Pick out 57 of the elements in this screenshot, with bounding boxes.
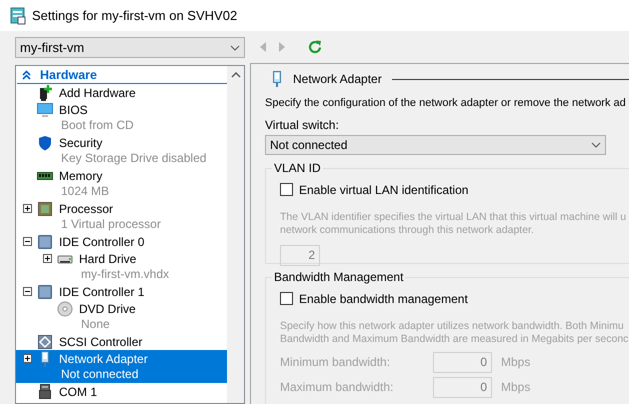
- checkbox[interactable]: [280, 183, 293, 196]
- collapse-toggle-icon[interactable]: [22, 287, 32, 296]
- bandwidth-field[interactable]: 0: [433, 352, 492, 372]
- help-text: The VLAN identifier specifies the virtual LAN that this virtual machine will u: [280, 210, 626, 224]
- field-label: Maximum bandwidth:: [280, 379, 394, 396]
- panel-title: Network Adapter: [293, 71, 382, 88]
- tree-item[interactable]: SCSI Controller: [16, 333, 227, 350]
- checkbox[interactable]: [280, 292, 293, 305]
- tree-item[interactable]: BIOS Boot from CD: [16, 101, 227, 134]
- selected-tree-item[interactable]: Network Adapter Not connected: [16, 350, 227, 383]
- scrollbar[interactable]: [227, 66, 244, 403]
- tree-item[interactable]: IDE Controller 1: [16, 283, 227, 300]
- serial-port-icon: [37, 384, 53, 400]
- tree-item[interactable]: Security Key Storage Drive disabled: [16, 134, 227, 167]
- group-legend: VLAN ID: [272, 160, 323, 174]
- field-label: Virtual switch:: [265, 116, 340, 134]
- virtual-switch-dropdown[interactable]: Not connected: [265, 134, 606, 154]
- unit-label: Mbps: [501, 354, 530, 371]
- window-title: Settings for my-first-vm on SVHV02: [32, 6, 238, 25]
- tree-item[interactable]: DVD Drive None: [16, 300, 227, 333]
- shield-icon: [37, 134, 53, 150]
- group-legend: Bandwidth Management: [272, 270, 406, 284]
- tree-item[interactable]: Memory 1024 MB: [16, 167, 227, 200]
- field-label: Minimum bandwidth:: [280, 354, 392, 371]
- chevron-down-icon: [591, 142, 601, 148]
- help-text: Specify how this network adapter utilizes network bandwidth. Both Minimu: [280, 320, 624, 332]
- help-text: network communications through this network adapter.: [280, 224, 534, 236]
- collapse-toggle-icon[interactable]: [22, 237, 32, 246]
- checkbox-label[interactable]: Enable bandwidth management: [299, 290, 468, 308]
- controller-icon: [37, 284, 53, 300]
- collapse-icon[interactable]: [22, 70, 31, 80]
- settings-window-icon: [10, 6, 26, 24]
- tree-item[interactable]: COM 1: [16, 383, 227, 400]
- refresh-icon[interactable]: [308, 40, 322, 54]
- chevron-down-icon: [230, 44, 240, 50]
- scroll-up-icon[interactable]: [230, 72, 240, 78]
- tree-item[interactable]: Add Hardware: [16, 84, 227, 101]
- tree-item[interactable]: IDE Controller 0: [16, 233, 227, 250]
- expand-toggle-icon[interactable]: [22, 354, 32, 363]
- vm-dropdown[interactable]: my-first-vm: [15, 37, 245, 58]
- add-hardware-icon: [37, 84, 53, 100]
- unit-label: Mbps: [501, 379, 530, 396]
- expand-toggle-icon[interactable]: [22, 204, 32, 213]
- section-header[interactable]: Hardware: [40, 66, 97, 84]
- help-text: Bandwidth and Maximum Bandwidth are measured in Megabits per seconc: [280, 332, 628, 346]
- description-text: Specify the configuration of the network adapter or remove the network ad: [265, 96, 627, 111]
- tree-item[interactable]: Processor 1 Virtual processor: [16, 200, 227, 233]
- controller-icon: [37, 234, 53, 250]
- disc-icon: [57, 300, 73, 316]
- expand-toggle-icon[interactable]: [42, 254, 52, 263]
- tree-item[interactable]: Hard Drive my-first-vm.vhdx: [16, 250, 227, 283]
- checkbox-label[interactable]: Enable virtual LAN identification: [299, 180, 468, 198]
- vlan-id-field[interactable]: 2: [280, 244, 320, 266]
- monitor-icon: [37, 102, 53, 118]
- controller-icon: [37, 334, 53, 350]
- bandwidth-field[interactable]: 0: [433, 376, 492, 398]
- chip-icon: [37, 200, 53, 216]
